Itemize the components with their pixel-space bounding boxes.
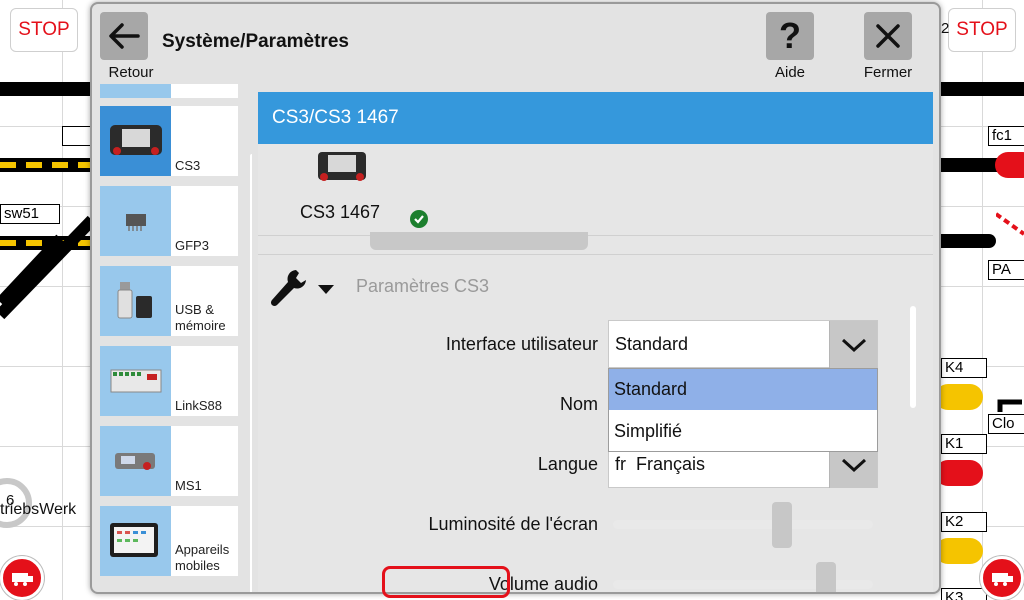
name-label: Nom [559,394,598,414]
sidebar-item-partial[interactable] [100,84,238,98]
sidebar-item-ms1[interactable]: MS1 [100,426,238,496]
sidebar-item-label: USB & mémoire [175,302,226,333]
cs3-device-icon [316,150,368,189]
status-ok-icon [410,210,428,228]
loco-button-right[interactable] [980,556,1024,600]
sidebar-scrollbar[interactable] [250,154,252,592]
locomotive-icon [12,573,33,586]
depot-label: triebsWerk [0,501,77,518]
track-label-k3: K3 [941,588,987,600]
close-button[interactable] [864,12,912,60]
ms1-controller-icon [100,426,171,496]
divider [258,235,933,236]
track-label-edge: 2 [941,20,950,37]
arrow-left-icon [109,23,140,49]
back-button[interactable] [100,12,148,60]
sidebar-item-label: MS1 [175,478,202,493]
stop-button-right[interactable]: STOP [948,8,1016,52]
ui-mode-label: Interface utilisateur [445,334,598,354]
sidebar-item-gfp3[interactable]: GFP3 [100,186,238,256]
chevron-down-icon [841,338,866,352]
language-value: fr Français [615,454,706,474]
panel-drag-handle[interactable] [370,232,588,250]
sidebar-item-label: GFP3 [175,238,209,253]
loco-button-left[interactable] [0,556,44,600]
signal-yellow[interactable] [935,384,983,410]
ui-mode-dropdown-button[interactable] [829,321,877,368]
signal-yellow[interactable] [935,538,983,564]
back-label: Retour [108,64,154,81]
track-segment[interactable] [941,234,996,248]
buffer-stop-icon [997,399,1022,412]
sidebar-item-mobile[interactable]: Appareils mobiles [100,506,238,576]
stop-button-left[interactable]: STOP [10,8,78,52]
sidebar-item-cs3[interactable]: CS3 [100,106,238,176]
sidebar-item-usb[interactable]: USB & mémoire [100,266,238,336]
track-label-clo: Clo [988,414,1024,434]
gfp3-chip-icon [100,186,171,256]
signal-red[interactable] [935,460,983,486]
close-icon [876,24,900,48]
brightness-slider-thumb[interactable] [772,502,792,548]
sidebar-item-links88[interactable]: LinkS88 [100,346,238,416]
switch-track-diagonal[interactable] [996,208,1024,238]
links88-module-icon [100,346,171,416]
cs3-device-icon [100,106,171,176]
track-label-fc1: fc1 [988,126,1024,146]
track-label-pa: PA [988,260,1024,280]
track-segment[interactable] [941,158,1001,172]
volume-label-highlight [382,566,510,598]
settings-scrollbar[interactable] [910,306,916,408]
divider [258,254,933,255]
sidebar-item-label: LinkS88 [175,398,222,413]
language-label: Langue [537,454,598,474]
option-standard[interactable]: Standard [609,369,877,410]
track-segment[interactable] [0,82,92,96]
settings-dialog: Retour Système/Paramètres ? Aide Fermer … [90,2,941,594]
settings-content: CS3/CS3 1467 CS3 1467 Paramètres CS3 Int… [258,92,933,592]
ui-mode-value: Standard [615,334,689,354]
wrench-icon [268,266,308,315]
track-label-k1: K1 [941,434,987,454]
brightness-slider[interactable] [613,520,873,529]
device-name: CS3 1467 [300,202,381,222]
usb-storage-icon [100,266,171,336]
help-label: Aide [774,64,806,81]
track-segment[interactable] [941,82,1024,96]
sidebar-item-label: CS3 [175,158,201,173]
chevron-down-icon[interactable] [318,282,334,300]
volume-slider-thumb[interactable] [816,562,837,592]
close-label: Fermer [863,64,913,81]
section-title: Paramètres CS3 [356,276,490,296]
locomotive-icon [992,573,1013,586]
track-label-k4: K4 [941,358,987,378]
signal-red[interactable] [995,152,1024,178]
ui-mode-select[interactable]: Standard [608,320,878,368]
sidebar-item-label: Appareils mobiles [175,542,230,573]
mobile-device-icon [100,506,171,576]
ui-mode-options-list: Standard Simplifié [608,368,878,452]
track-occupied-marker [0,162,92,168]
dialog-title: Système/Paramètres [162,31,349,52]
device-header: CS3/CS3 1467 [258,92,933,144]
brightness-label: Luminosité de l'écran [428,514,598,534]
track-label [62,126,92,146]
switch-track-diagonal[interactable] [0,210,92,320]
device-sidebar: CS3 GFP3 USB & mémoire LinkS88 MS1 Appar… [100,84,252,592]
help-button[interactable]: ? [766,12,814,60]
track-label-k2: K2 [941,512,987,532]
option-simplifie[interactable]: Simplifié [609,411,877,452]
chevron-down-icon [841,458,866,472]
